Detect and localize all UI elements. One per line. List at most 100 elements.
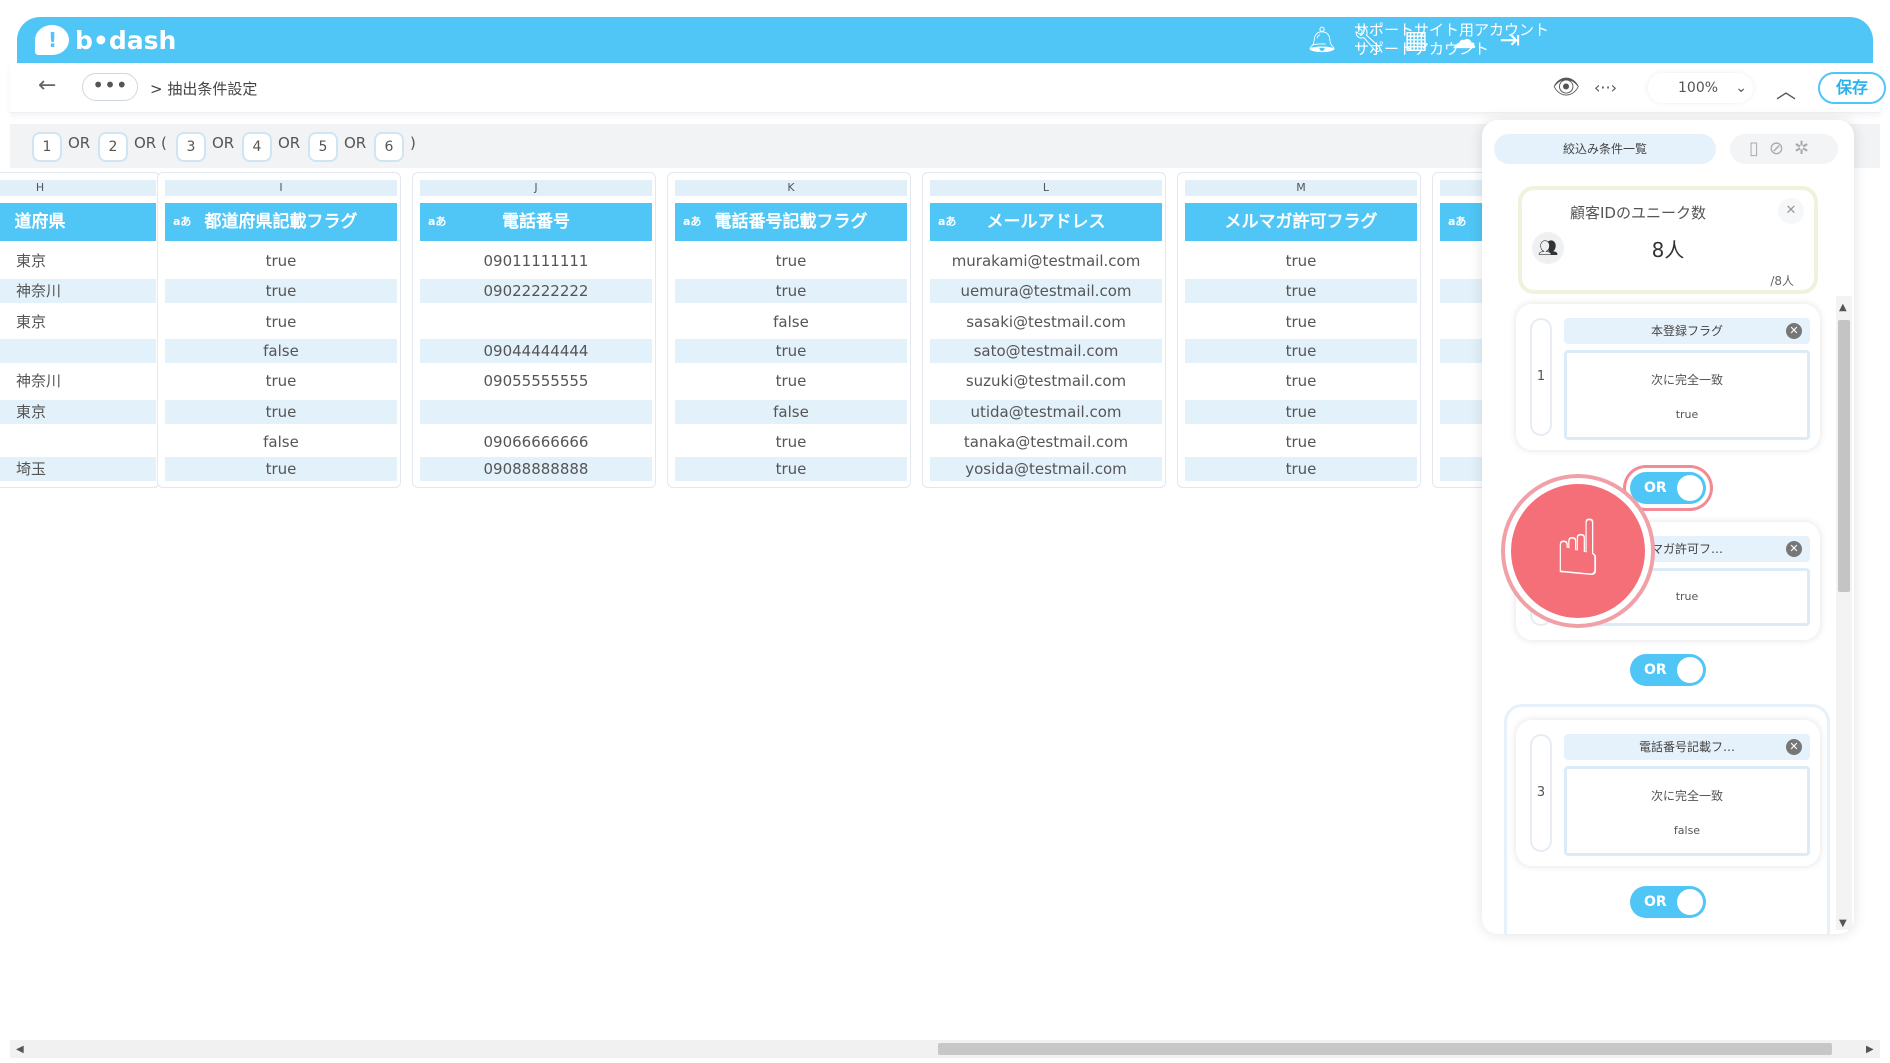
table-column: Jaあ 電話番号 09011111111 09022222222 09044444444…: [412, 172, 656, 488]
logic-operator: ): [410, 134, 416, 152]
unique-count-total: /8人: [1770, 274, 1794, 288]
table-cell: tanaka@testmail.com: [963, 433, 1129, 451]
table-cell: true: [265, 372, 297, 390]
condition-chip[interactable]: 6: [374, 132, 404, 162]
table-cell: true: [1185, 279, 1417, 303]
close-icon[interactable]: ✕: [1786, 739, 1802, 755]
scroll-left-arrow-icon[interactable]: ◀: [16, 1044, 24, 1055]
table-cell: true: [165, 457, 397, 481]
support-icon[interactable]: ☁: [1447, 23, 1481, 57]
table-cell: false: [773, 313, 809, 331]
table-cell: true: [165, 279, 397, 303]
condition-card-1[interactable]: 1 本登録フラグ ✕ 次に完全一致 true: [1516, 304, 1820, 450]
column-header-label: 都道府県記載フラグ: [204, 212, 358, 232]
column-header-label: 電話番号: [502, 212, 570, 232]
table-column: H 道府県 東京 神奈川 東京 神奈川 東京 埼玉: [0, 172, 160, 488]
scroll-up-arrow-icon[interactable]: ▲: [1839, 302, 1847, 313]
logout-icon[interactable]: ⇥: [1493, 23, 1527, 57]
code-icon[interactable]: ‹··›: [1594, 78, 1617, 97]
scroll-right-arrow-icon[interactable]: ▶: [1866, 1044, 1874, 1055]
column-header[interactable]: 道府県: [0, 203, 156, 241]
logic-operator: OR: [212, 134, 235, 152]
condition-list-tab[interactable]: 絞込み条件一覧: [1494, 134, 1716, 164]
table-cell: 09011111111: [483, 252, 589, 270]
table-cell: 09088888888: [420, 457, 652, 481]
condition-body[interactable]: 次に完全一致 true: [1564, 350, 1810, 440]
condition-field-label: 電話番号記載フ…: [1638, 740, 1735, 754]
column-header[interactable]: aあ 電話番号: [420, 203, 652, 241]
column-letter[interactable]: L: [930, 180, 1162, 196]
condition-chip[interactable]: 3: [176, 132, 206, 162]
eye-off-icon[interactable]: ✕: [1778, 198, 1804, 224]
hide-eye-icon[interactable]: ⊘: [1769, 138, 1794, 159]
column-letter[interactable]: M: [1185, 180, 1417, 196]
logo[interactable]: b•dash: [35, 23, 176, 57]
condition-number: 1: [1530, 318, 1552, 436]
table-cell: uemura@testmail.com: [930, 279, 1162, 303]
table-column: M メルマガ許可フラグ true true true true true true true tr…: [1177, 172, 1421, 488]
close-icon[interactable]: ✕: [1786, 323, 1802, 339]
document-icon[interactable]: ▯: [1749, 138, 1769, 159]
table-cell: true: [165, 400, 397, 424]
horizontal-scroll-thumb[interactable]: [938, 1043, 1832, 1055]
chevron-down-icon: ⌄: [1735, 80, 1747, 96]
condition-chip[interactable]: 2: [98, 132, 128, 162]
settings-icon[interactable]: ✲: [1794, 138, 1819, 159]
text-type-icon: aあ: [683, 215, 702, 228]
condition-body[interactable]: 次に完全一致 false: [1564, 766, 1810, 856]
bell-icon[interactable]: 🔔︎: [1305, 23, 1339, 57]
table-cell: [420, 310, 652, 334]
condition-chip[interactable]: 4: [242, 132, 272, 162]
eye-icon[interactable]: 👁︎: [1552, 75, 1580, 100]
column-letter[interactable]: H: [0, 180, 156, 196]
or-toggle-2[interactable]: OR: [1630, 654, 1706, 686]
grid-icon[interactable]: ▦: [1399, 23, 1433, 57]
collapse-up-icon[interactable]: ︿: [1776, 75, 1796, 104]
table-cell: true: [1185, 339, 1417, 363]
back-arrow-icon[interactable]: ←: [38, 73, 56, 98]
text-type-icon: aあ: [173, 215, 192, 228]
condition-number: 3: [1530, 734, 1552, 852]
logic-operator: OR: [278, 134, 301, 152]
table-cell: true: [675, 457, 907, 481]
close-icon[interactable]: ✕: [1786, 541, 1802, 557]
table-cell: true: [675, 279, 907, 303]
table-cell: true: [1185, 400, 1417, 424]
column-header[interactable]: aあ 電話番号記載フラグ: [675, 203, 907, 241]
logic-operator: OR: [68, 134, 91, 152]
condition-chip[interactable]: 5: [308, 132, 338, 162]
logo-text: b•dash: [75, 25, 177, 55]
column-letter[interactable]: I: [165, 180, 397, 196]
wrench-icon[interactable]: 🔧︎: [1351, 23, 1385, 57]
toggle-label: OR: [1644, 894, 1667, 910]
zoom-select[interactable]: 100% ⌄: [1648, 73, 1753, 103]
or-toggle-3[interactable]: OR: [1630, 886, 1706, 918]
column-header-label: 電話番号記載フラグ: [714, 212, 868, 232]
unique-count-card: 顧客IDのユニーク数 👥︎ ✕ 8人 /8人: [1518, 186, 1818, 294]
table-cell: true: [1285, 252, 1317, 270]
save-button[interactable]: 保存: [1818, 72, 1886, 104]
column-header[interactable]: メルマガ許可フラグ: [1185, 203, 1417, 241]
table-cell: true: [265, 313, 297, 331]
column-header[interactable]: aあ 都道府県記載フラグ: [165, 203, 397, 241]
table-cell: sasaki@testmail.com: [966, 313, 1126, 331]
more-breadcrumb-button[interactable]: •••: [82, 73, 138, 101]
column-header-label: 道府県: [14, 212, 66, 232]
column-letter[interactable]: J: [420, 180, 652, 196]
condition-chip[interactable]: 1: [32, 132, 62, 162]
table-cell: 09022222222: [420, 279, 652, 303]
column-letter[interactable]: K: [675, 180, 907, 196]
zoom-value: 100%: [1678, 80, 1719, 96]
scroll-down-arrow-icon[interactable]: ▼: [1839, 918, 1847, 929]
condition-operator: 次に完全一致: [1650, 373, 1723, 387]
table-cell: true: [1185, 457, 1417, 481]
table-cell: utida@testmail.com: [930, 400, 1162, 424]
column-header[interactable]: aあ メールアドレス: [930, 203, 1162, 241]
panel-scroll-thumb[interactable]: [1838, 320, 1850, 592]
table-cell: [420, 400, 652, 424]
condition-field: 本登録フラグ ✕: [1564, 318, 1810, 344]
or-toggle-1[interactable]: OR: [1630, 472, 1706, 504]
toggle-knob: [1677, 475, 1703, 501]
condition-card-3[interactable]: 3 電話番号記載フ… ✕ 次に完全一致 false: [1516, 720, 1820, 866]
text-type-icon: aあ: [938, 215, 957, 228]
